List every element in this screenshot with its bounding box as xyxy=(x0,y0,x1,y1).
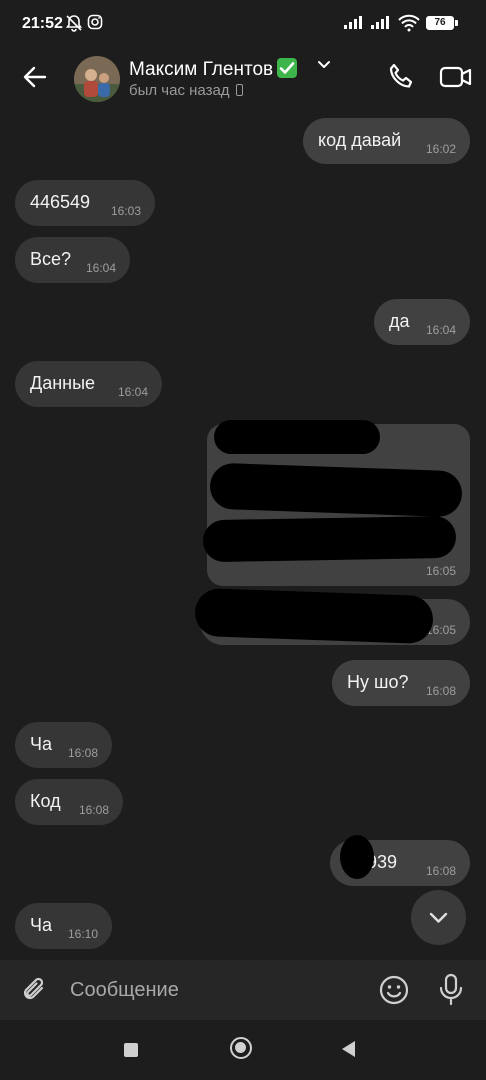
message-text: 446549 xyxy=(30,192,91,212)
message-time: 16:08 xyxy=(78,803,109,817)
message-bubble[interactable]: Данные 16:04 xyxy=(15,361,162,407)
message-bubble[interactable]: Ча 16:10 xyxy=(15,903,112,949)
instagram-icon xyxy=(87,14,103,30)
battery-icon: 76 xyxy=(426,16,454,30)
phone-icon[interactable] xyxy=(386,62,416,92)
message-text: Все? xyxy=(30,249,72,269)
message-bubble[interactable]: Ну шо? 16:08 xyxy=(332,660,470,706)
message-time: 16:04 xyxy=(85,261,116,275)
message-text: Ну шо? xyxy=(347,672,409,692)
message-bubble[interactable]: Ча 16:08 xyxy=(15,722,112,768)
signal-icon xyxy=(344,16,362,29)
contact-name-text: Максим Глентов xyxy=(129,59,274,80)
message-time: 16:05 xyxy=(425,564,456,578)
back-arrow-icon[interactable] xyxy=(20,62,50,92)
message-text: Данные xyxy=(30,373,96,393)
redaction-scribble xyxy=(194,587,434,645)
redaction-scribble xyxy=(202,515,457,563)
message-bubble[interactable]: код давай 16:02 xyxy=(303,118,470,164)
message-input[interactable] xyxy=(70,974,360,1006)
microphone-icon[interactable] xyxy=(438,973,464,1007)
message-text: Код xyxy=(30,791,61,811)
mobile-device-icon xyxy=(235,84,243,96)
message-text: Ча xyxy=(30,734,53,754)
message-time: 16:03 xyxy=(110,204,141,218)
message-time: 16:10 xyxy=(67,927,98,941)
scroll-down-icon xyxy=(429,912,448,923)
wifi-icon xyxy=(398,14,420,32)
recents-button[interactable] xyxy=(124,1043,138,1057)
contact-status: был час назад xyxy=(129,82,243,99)
message-text: да xyxy=(389,311,410,331)
emoji-icon[interactable] xyxy=(378,974,410,1006)
scroll-down-button[interactable] xyxy=(411,890,466,945)
message-list[interactable]: код давай 16:02 446549 16:03 Все? 16:04 … xyxy=(0,110,486,960)
message-time: 16:04 xyxy=(117,385,148,399)
chevron-down-icon[interactable] xyxy=(317,60,331,70)
redaction-scribble xyxy=(340,835,374,879)
status-time: 21:52 xyxy=(22,15,63,32)
message-time: 16:08 xyxy=(425,684,456,698)
signal-icon-2 xyxy=(371,16,389,29)
verified-check-icon xyxy=(277,58,298,78)
home-button[interactable] xyxy=(230,1037,252,1059)
system-nav-bar xyxy=(0,1020,486,1080)
message-time: 16:08 xyxy=(67,746,98,760)
message-text: Ча xyxy=(30,915,53,935)
paperclip-icon[interactable] xyxy=(20,975,50,1005)
message-time: 16:04 xyxy=(425,323,456,337)
message-bubble[interactable]: 446549 16:03 xyxy=(15,180,155,226)
video-camera-icon[interactable] xyxy=(439,62,473,92)
message-time: 16:02 xyxy=(425,142,456,156)
battery-tip xyxy=(455,20,458,26)
message-bubble[interactable]: Все? 16:04 xyxy=(15,237,130,283)
redaction-scribble xyxy=(214,420,380,454)
message-bubble[interactable]: да 16:04 xyxy=(374,299,470,345)
message-time: 16:08 xyxy=(425,864,456,878)
last-seen-text: был час назад xyxy=(129,82,230,99)
back-button[interactable] xyxy=(342,1041,355,1057)
redaction-scribble xyxy=(209,462,463,518)
contact-name[interactable]: Максим Глентов xyxy=(129,58,298,81)
message-composer xyxy=(0,960,486,1020)
message-text: код давай xyxy=(318,130,402,150)
status-bar: 21:52 76 xyxy=(0,0,486,48)
bell-muted-icon xyxy=(65,15,83,32)
chat-header: Максим Глентов был час назад xyxy=(0,48,486,110)
message-bubble[interactable]: Код 16:08 xyxy=(15,779,123,825)
avatar[interactable] xyxy=(74,56,120,102)
